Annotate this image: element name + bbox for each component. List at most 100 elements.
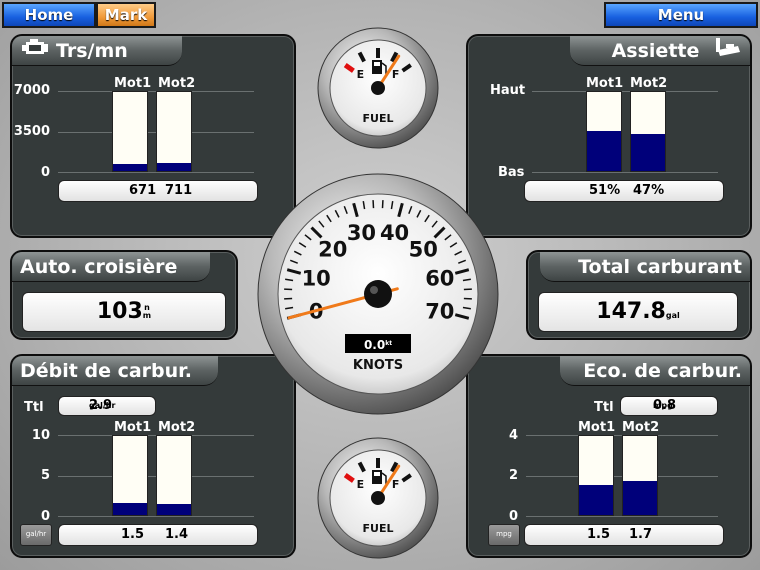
total-fuel-panel[interactable]: Total carburant 147.8gal — [526, 250, 752, 340]
fuel-rate-axis-mid: 5 — [40, 468, 50, 483]
fuel-gauge-top-full-label: F — [392, 68, 400, 81]
trim-values: 51% 47% — [524, 180, 724, 202]
fuel-gauge-bottom-label: FUEL — [363, 522, 394, 535]
speedo-tick — [293, 250, 302, 256]
fuel-gauge-top-label: FUEL — [363, 112, 394, 125]
speedo-tick — [424, 214, 430, 223]
speedo-tick-label: 50 — [409, 238, 438, 262]
trim-axis-bottom: Bas — [498, 165, 525, 180]
speedo-tick-label: 30 — [347, 221, 376, 245]
rpm-bar-mot1 — [112, 91, 148, 172]
fuel-gauge-top-tick — [343, 63, 355, 73]
speedo-tick — [462, 306, 471, 310]
speedo-hub — [364, 280, 392, 308]
mark-button[interactable]: Mark — [96, 2, 156, 28]
speedo-tick — [286, 313, 302, 320]
fuel-pump-icon — [372, 470, 387, 484]
fuel-gauge-top-hub — [371, 81, 385, 95]
total-fuel-title: Total carburant — [540, 252, 750, 282]
economy-unit-button[interactable]: mpg — [488, 524, 520, 546]
rpm-values: 671 711 — [58, 180, 258, 202]
speedo-tick — [343, 205, 348, 214]
economy-bar-label-2: Mot2 — [622, 420, 660, 435]
economy-axis-min: 0 — [508, 509, 518, 524]
menu-button[interactable]: Menu — [604, 2, 758, 28]
fuel-gauge-top-empty-label: E — [357, 68, 365, 81]
trim-axis-top: Haut — [490, 83, 526, 98]
trim-bar-mot1 — [586, 91, 622, 172]
total-fuel-value: 147.8 — [596, 299, 666, 324]
total-fuel-value-box: 147.8gal — [538, 292, 738, 332]
economy-bar-mot2 — [622, 435, 658, 516]
speedo-tick — [390, 201, 394, 210]
economy-bar-mot1 — [578, 435, 614, 516]
speedo-tick — [458, 259, 467, 264]
trim-title: Assiette — [611, 40, 700, 62]
rpm-bar-label-1: Mot1 — [114, 76, 152, 91]
fuel-rate-bar-label-1: Mot1 — [114, 420, 152, 435]
speedo-tick — [352, 202, 359, 218]
speedo-tick — [462, 278, 471, 282]
cruise-panel[interactable]: Auto. croisière 103n m — [10, 250, 238, 340]
fuel-gauge-bottom-tick — [401, 473, 412, 483]
rpm-panel[interactable]: Trs/mn 7000 3500 0 Mot1 Mot2 671 711 — [10, 34, 296, 238]
rpm-title: Trs/mn — [56, 40, 128, 62]
speedo-tick — [334, 209, 340, 218]
trim-boat-icon — [712, 36, 742, 67]
fuel-rate-axis-min: 0 — [40, 509, 50, 524]
economy-panel[interactable]: Eco. de carbur. Ttl 0.8 mpg 4 2 0 Mot1 Mo… — [466, 354, 752, 558]
speedo-unit-label: KNOTS — [353, 358, 403, 373]
speedo-tick — [285, 278, 294, 282]
cruise-value: 103 — [96, 299, 143, 324]
rpm-axis-mid: 3500 — [13, 124, 50, 139]
cruise-title: Auto. croisière — [12, 252, 210, 282]
fuel-gauge-top: E F FUEL — [317, 27, 439, 149]
fuel-rate-axis-max: 10 — [31, 428, 50, 443]
speedo-tick — [285, 306, 294, 310]
economy-title: Eco. de carbur. — [560, 356, 750, 386]
speedo-tick — [318, 220, 325, 228]
speedo-tick-label: 0 — [309, 300, 324, 324]
speedo-tick-label: 40 — [380, 221, 409, 245]
fuel-rate-unit-button[interactable]: gal/hr — [20, 524, 52, 546]
fuel-rate-ttl-box: 2.9 gal/hr — [58, 396, 156, 416]
fuel-gauge-bottom-empty-label: E — [357, 478, 365, 491]
economy-ttl-label: Ttl — [594, 400, 614, 415]
speed-readout-box — [345, 334, 411, 353]
engine-icon — [20, 37, 50, 67]
economy-ttl-box: 0.8 mpg — [620, 396, 718, 416]
fuel-pump-icon — [372, 60, 387, 74]
speedo-tick — [416, 209, 422, 218]
speedo-tick — [408, 205, 413, 214]
fuel-rate-title: Débit de carbur. — [12, 356, 218, 386]
trim-bar-label-2: Mot2 — [630, 76, 668, 91]
speedo-tick — [289, 259, 298, 264]
fuel-gauge-bottom-full-label: F — [392, 478, 400, 491]
rpm-axis-min: 0 — [40, 165, 50, 180]
cruise-value-box: 103n m — [22, 292, 226, 332]
speedo-needle — [287, 287, 399, 320]
speed-readout: 0.0kt — [364, 338, 392, 352]
fuel-gauge-bottom-needle — [376, 464, 401, 500]
economy-axis-max: 4 — [508, 428, 518, 443]
fuel-gauge-top-tick — [357, 51, 366, 63]
economy-values: 1.5 1.7 — [524, 524, 724, 546]
speedo-tick-label: 10 — [302, 266, 331, 290]
speedo-tick — [326, 214, 332, 223]
fuel-rate-panel[interactable]: Débit de carbur. Ttl 2.9 gal/hr 10 5 0 Mo… — [10, 354, 296, 558]
home-button[interactable]: Home — [2, 2, 96, 28]
speedo-tick — [454, 250, 463, 256]
fuel-gauge-bottom-tick — [357, 461, 366, 473]
fuel-rate-bar-mot2 — [156, 435, 192, 516]
fuel-rate-ttl-label: Ttl — [24, 400, 44, 415]
speedo-tick — [286, 268, 302, 275]
speedo-tick — [397, 202, 404, 218]
fuel-gauge-bottom-tick — [343, 473, 355, 483]
rpm-bar-mot2 — [156, 91, 192, 172]
trim-panel[interactable]: Assiette Haut Bas Mot1 Mot2 51% 47% — [466, 34, 752, 238]
speedo-tick-label: 70 — [425, 300, 454, 324]
trim-bar-mot2 — [630, 91, 666, 172]
speedo-tick — [362, 201, 366, 210]
fuel-rate-bar-label-2: Mot2 — [158, 420, 196, 435]
rpm-bar-label-2: Mot2 — [158, 76, 196, 91]
